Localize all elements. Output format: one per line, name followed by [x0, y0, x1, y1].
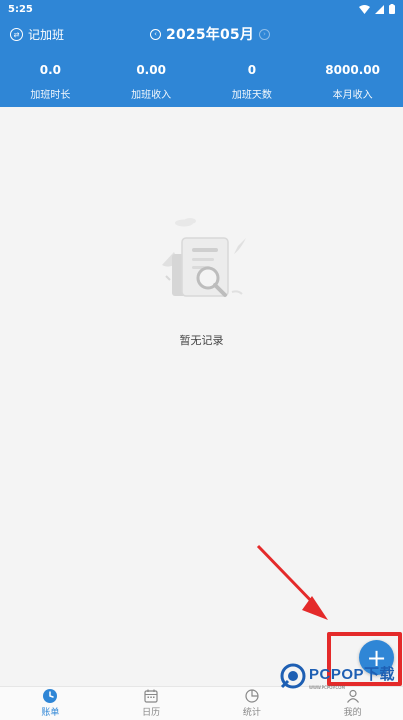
- overtime-record-icon: ⇄: [10, 28, 23, 41]
- summary-overtime-income: 0.00 加班收入: [101, 52, 202, 107]
- signal-icon: [375, 4, 384, 14]
- battery-icon: [389, 4, 395, 14]
- calendar-icon: [144, 689, 158, 703]
- annotation-arrow: [256, 544, 328, 620]
- nav-label: 账单: [41, 708, 60, 718]
- status-bar: 5:25: [0, 0, 403, 18]
- bottom-navigation: 账单 日历 统计 我的: [0, 686, 403, 720]
- empty-state: 暂无记录: [0, 210, 403, 348]
- next-month-icon[interactable]: ›: [259, 28, 271, 40]
- month-label[interactable]: 2025年05月: [166, 24, 254, 44]
- summary-value: 0: [247, 63, 257, 77]
- brand-label: 记加班: [28, 28, 65, 42]
- add-record-button[interactable]: +: [359, 640, 394, 675]
- wifi-icon: [359, 4, 370, 14]
- app-bar: ⇄ 记加班 ‹ 2025年05月 ›: [0, 18, 403, 52]
- nav-label: 我的: [343, 708, 362, 718]
- empty-document-icon: [161, 218, 246, 297]
- previous-month-icon[interactable]: ‹: [150, 28, 161, 40]
- nav-label: 日历: [142, 708, 161, 718]
- summary-overtime-days: 0 加班天数: [202, 52, 303, 107]
- status-time: 5:25: [8, 3, 33, 15]
- nav-label: 统计: [242, 708, 261, 718]
- month-navigation: ‹ 2025年05月 ›: [150, 24, 271, 44]
- nav-item-statistics[interactable]: 统计: [202, 687, 303, 720]
- summary-label: 本月收入: [332, 90, 373, 101]
- nav-item-bills[interactable]: 账单: [0, 687, 101, 720]
- nav-item-calendar[interactable]: 日历: [101, 687, 202, 720]
- empty-state-text: 暂无记录: [179, 334, 224, 347]
- summary-value: 8000.00: [325, 63, 380, 77]
- summary-overtime-hours: 0.0 加班时长: [0, 52, 101, 107]
- status-icons: [359, 4, 395, 14]
- summary-label: 加班收入: [131, 90, 172, 101]
- summary-panel: 0.0 加班时长 0.00 加班收入 0 加班天数 8000.00 本月收入: [0, 52, 403, 107]
- plus-icon: +: [366, 643, 387, 672]
- summary-label: 加班天数: [231, 90, 272, 101]
- summary-value: 0.0: [39, 63, 61, 77]
- user-icon: [346, 689, 359, 703]
- summary-value: 0.00: [136, 63, 166, 77]
- clock-icon: [43, 689, 58, 703]
- brand[interactable]: ⇄ 记加班: [10, 26, 64, 43]
- summary-monthly-income: 8000.00 本月收入: [302, 52, 403, 107]
- pie-chart-icon: [245, 689, 259, 703]
- summary-label: 加班时长: [30, 90, 71, 101]
- nav-item-mine[interactable]: 我的: [302, 687, 403, 720]
